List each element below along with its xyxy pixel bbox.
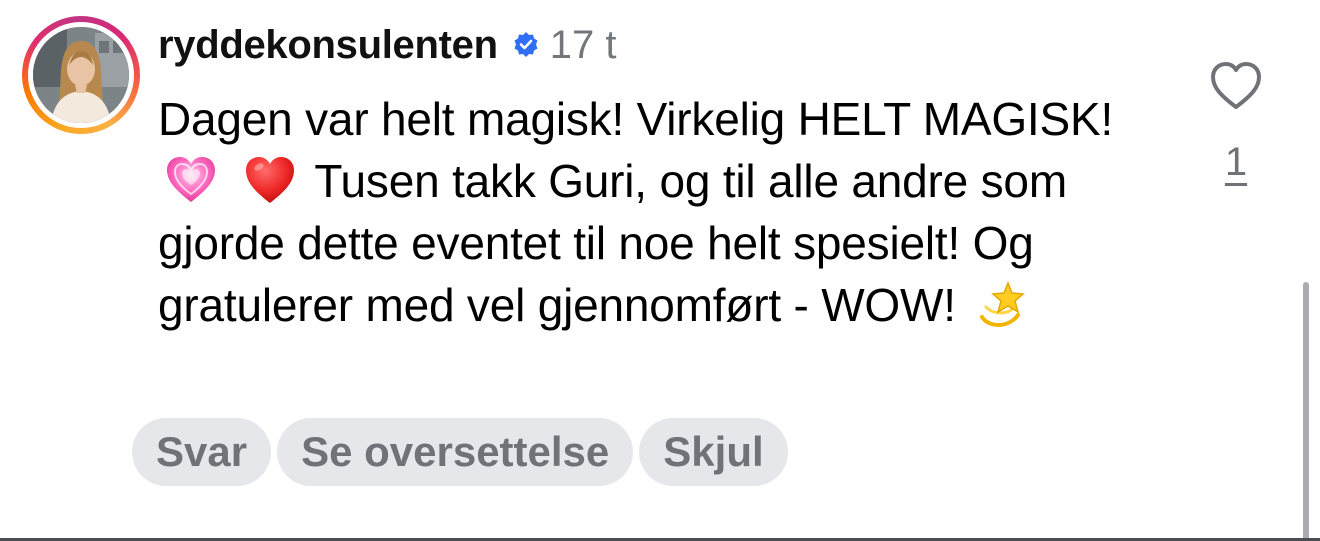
avatar-ring[interactable] [22, 16, 140, 134]
scrollbar-thumb[interactable] [1303, 282, 1309, 541]
username-link[interactable]: ryddekonsulenten [158, 23, 498, 68]
dizzy-star-icon [974, 277, 1028, 331]
comment-timestamp: 17 t [549, 22, 617, 67]
like-column: 1 [1196, 56, 1276, 185]
comment-text-part-1: Dagen var helt magisk! Virkelig HELT MAG… [158, 93, 1114, 145]
hide-comment-button[interactable]: Skjul [639, 418, 788, 486]
avatar-photo-image [33, 27, 129, 123]
like-count-link[interactable]: 1 [1196, 140, 1276, 185]
heart-outline-icon[interactable] [1206, 56, 1266, 116]
verified-badge-icon [512, 31, 540, 59]
avatar[interactable] [33, 27, 129, 123]
avatar-ring-gap [28, 22, 134, 128]
sparkling-heart-icon [164, 153, 218, 207]
red-heart-icon [243, 153, 297, 207]
comment-actions: Svar Se oversettelse Skjul [132, 418, 788, 486]
reply-button[interactable]: Svar [132, 418, 272, 486]
see-translation-button[interactable]: Se oversettelse [277, 418, 634, 486]
comment-body: Dagen var helt magisk! Virkelig HELT MAG… [158, 88, 1148, 336]
comment-header: ryddekonsulenten 17 t [158, 22, 616, 68]
